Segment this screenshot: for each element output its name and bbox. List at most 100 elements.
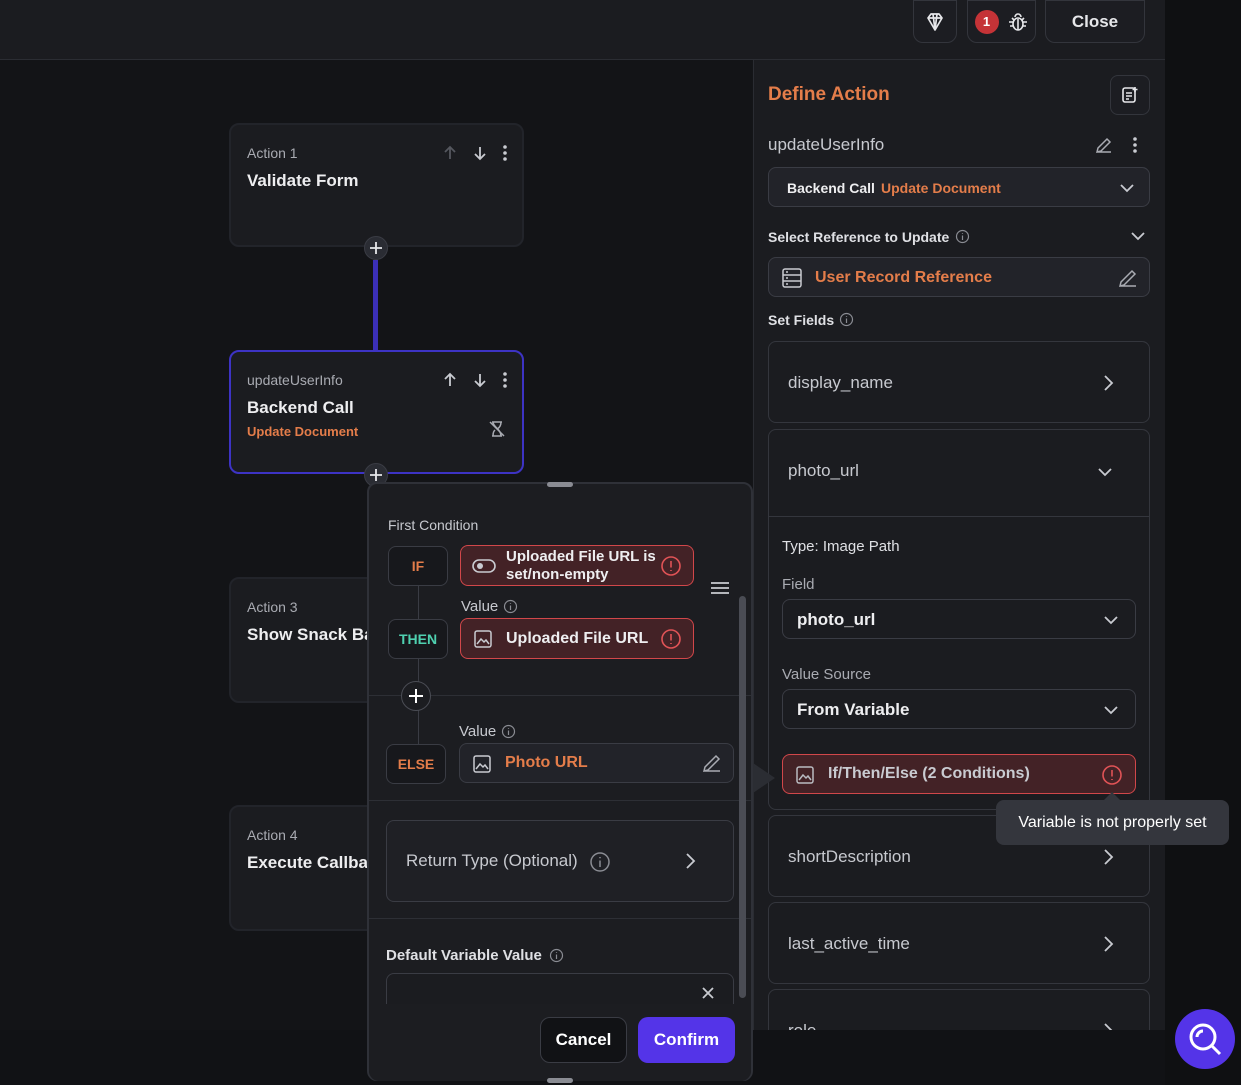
info-icon bbox=[503, 599, 518, 614]
image-icon bbox=[473, 629, 493, 649]
arrow-down-icon[interactable] bbox=[470, 370, 490, 390]
error-icon bbox=[660, 628, 682, 650]
more-vertical-icon[interactable] bbox=[1130, 135, 1140, 155]
chevron-down-icon[interactable] bbox=[1128, 226, 1148, 246]
confirm-button[interactable]: Confirm bbox=[638, 1017, 735, 1063]
then-value-field[interactable]: Uploaded File URL bbox=[460, 618, 694, 659]
drag-handle-bottom[interactable] bbox=[547, 1078, 573, 1083]
info-icon bbox=[501, 724, 516, 739]
hourglass-disabled-icon[interactable] bbox=[488, 420, 506, 438]
variable-field-error[interactable]: If/Then/Else (2 Conditions) bbox=[782, 754, 1136, 794]
action-card-1[interactable]: Action 1 Validate Form bbox=[229, 123, 524, 247]
scrollbar[interactable] bbox=[739, 596, 746, 998]
reference-label: Select Reference to Update bbox=[768, 229, 950, 245]
field-name: role bbox=[788, 1021, 816, 1030]
error-tooltip: Variable is not properly set bbox=[996, 800, 1229, 845]
add-condition-button[interactable] bbox=[401, 681, 431, 711]
action-card-2[interactable]: updateUserInfo Backend Call Update Docum… bbox=[229, 350, 524, 474]
field-label: Field bbox=[782, 576, 815, 593]
field-name: last_active_time bbox=[788, 934, 910, 953]
field-item-last-active-time[interactable]: last_active_time bbox=[768, 902, 1150, 984]
menu-icon[interactable] bbox=[709, 580, 731, 596]
info-icon bbox=[955, 229, 970, 244]
edit-icon[interactable] bbox=[701, 752, 723, 774]
reference-field[interactable]: User Record Reference bbox=[768, 257, 1150, 297]
value-source-value: From Variable bbox=[797, 700, 910, 719]
field-item-photo-url: photo_url Type: Image Path Field photo_u… bbox=[768, 429, 1150, 810]
if-condition-field[interactable]: Uploaded File URL is set/non-empty bbox=[460, 545, 694, 586]
else-tag: ELSE bbox=[386, 744, 446, 784]
reference-value: User Record Reference bbox=[815, 269, 992, 286]
action-title: Show Snack Ba bbox=[247, 625, 374, 644]
edit-icon[interactable] bbox=[1094, 135, 1114, 155]
else-value-field[interactable]: Photo URL bbox=[459, 743, 734, 783]
chevron-down-icon bbox=[1117, 178, 1137, 198]
field-name: photo_url bbox=[788, 461, 859, 480]
condition-editor-popup: First Condition IF Uploaded File URL is … bbox=[367, 482, 753, 1083]
toggle-icon bbox=[472, 556, 496, 576]
action-label: Action 1 bbox=[247, 145, 298, 161]
gem-button[interactable] bbox=[913, 0, 957, 43]
divider bbox=[369, 800, 751, 801]
error-count-badge: 1 bbox=[974, 9, 999, 34]
bug-icon bbox=[1007, 11, 1029, 33]
else-value: Photo URL bbox=[505, 754, 588, 771]
more-vertical-icon[interactable] bbox=[500, 143, 510, 163]
field-item-role-clip: role bbox=[768, 989, 1150, 1030]
close-button[interactable]: Close bbox=[1045, 0, 1145, 43]
arrow-up-icon[interactable] bbox=[440, 143, 460, 163]
plus-icon bbox=[369, 241, 383, 255]
notes-button[interactable] bbox=[1110, 75, 1150, 115]
chevron-down-icon bbox=[1101, 700, 1121, 720]
add-action-button[interactable] bbox=[364, 236, 388, 260]
if-condition-value: Uploaded File URL is set/non-empty bbox=[506, 548, 656, 583]
arrow-down-icon[interactable] bbox=[470, 143, 490, 163]
info-icon bbox=[549, 948, 564, 963]
first-condition-label: First Condition bbox=[388, 517, 479, 533]
set-fields-label: Set Fields bbox=[768, 312, 835, 328]
flow-connector bbox=[373, 260, 378, 352]
search-fab[interactable] bbox=[1175, 1009, 1235, 1069]
action-title: Backend Call bbox=[247, 398, 354, 417]
then-tag: THEN bbox=[388, 619, 448, 659]
arrow-up-icon[interactable] bbox=[440, 370, 460, 390]
chevron-right-icon bbox=[1101, 1020, 1115, 1030]
database-icon bbox=[781, 267, 803, 289]
field-type: Type: Image Path bbox=[782, 538, 900, 555]
drag-handle-top[interactable] bbox=[547, 482, 573, 487]
info-icon bbox=[589, 851, 611, 873]
divider bbox=[369, 918, 751, 919]
note-add-icon bbox=[1120, 85, 1140, 105]
field-item-display-name[interactable]: display_name bbox=[768, 341, 1150, 423]
right-edge-area bbox=[1165, 0, 1241, 1085]
chevron-right-icon bbox=[683, 850, 697, 872]
chevron-right-icon bbox=[1101, 846, 1115, 868]
chevron-down-icon[interactable] bbox=[1095, 462, 1115, 482]
cancel-button[interactable]: Cancel bbox=[540, 1017, 627, 1063]
panel-title: Define Action bbox=[768, 84, 890, 105]
then-value: Uploaded File URL bbox=[506, 630, 649, 647]
tooltip-arrow bbox=[1104, 792, 1120, 800]
plus-icon bbox=[408, 688, 424, 704]
info-icon bbox=[839, 312, 854, 327]
return-type-row[interactable]: Return Type (Optional) bbox=[386, 820, 734, 902]
popup-pointer bbox=[753, 763, 775, 793]
field-name: display_name bbox=[788, 373, 893, 392]
clear-icon[interactable] bbox=[701, 986, 715, 1000]
else-value-label: Value bbox=[459, 723, 497, 740]
edit-icon[interactable] bbox=[1117, 267, 1139, 289]
value-source-select[interactable]: From Variable bbox=[782, 689, 1136, 729]
action-type-select[interactable]: Backend Call Update Document bbox=[768, 167, 1150, 207]
more-vertical-icon[interactable] bbox=[500, 370, 510, 390]
variable-value: If/Then/Else (2 Conditions) bbox=[828, 765, 1030, 782]
action-subtype: Update Document bbox=[247, 424, 359, 439]
field-item-role[interactable]: role bbox=[768, 989, 1150, 1030]
debug-button[interactable]: 1 bbox=[967, 0, 1036, 43]
error-icon bbox=[1101, 764, 1123, 786]
search-icon bbox=[1186, 1020, 1224, 1058]
field-name: shortDescription bbox=[788, 847, 911, 866]
action-label: Action 4 bbox=[247, 827, 298, 843]
field-select[interactable]: photo_url bbox=[782, 599, 1136, 639]
return-type-label: Return Type (Optional) bbox=[406, 851, 578, 870]
divider bbox=[769, 516, 1149, 517]
